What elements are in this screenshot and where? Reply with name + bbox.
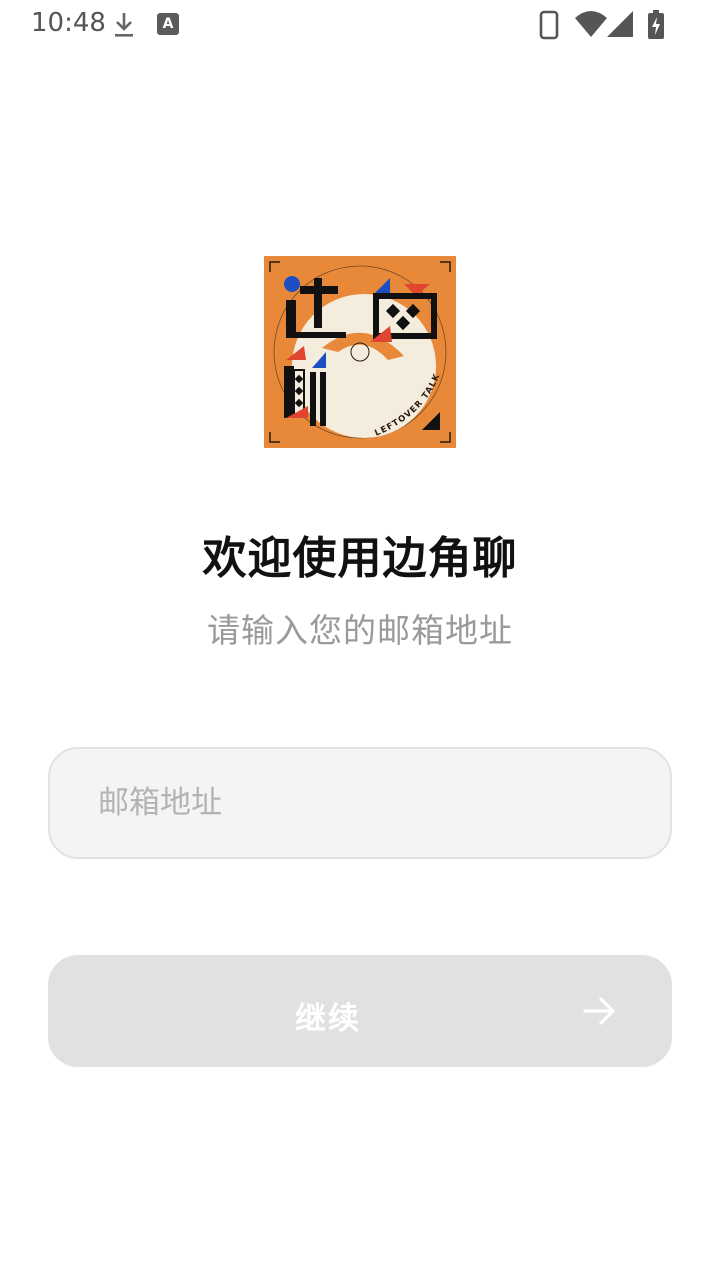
signal-icon	[607, 11, 633, 37]
status-bar: 10:48 A	[0, 0, 720, 48]
wifi-icon	[575, 11, 607, 37]
phone-icon	[539, 10, 559, 40]
app-logo: LEFTOVER TALK	[264, 256, 456, 448]
welcome-title: 欢迎使用边角聊	[202, 533, 518, 584]
arrow-right-icon	[583, 997, 615, 1025]
email-input[interactable]	[98, 749, 658, 857]
download-icon	[115, 13, 133, 37]
email-field[interactable]	[48, 747, 672, 859]
continue-button[interactable]: 继续	[48, 955, 672, 1067]
continue-label: 继续	[295, 1001, 361, 1036]
status-time: 10:48	[31, 8, 106, 38]
a-badge-icon: A	[157, 13, 179, 35]
welcome-subtitle: 请输入您的邮箱地址	[207, 611, 513, 650]
battery-charging-icon	[648, 10, 664, 39]
